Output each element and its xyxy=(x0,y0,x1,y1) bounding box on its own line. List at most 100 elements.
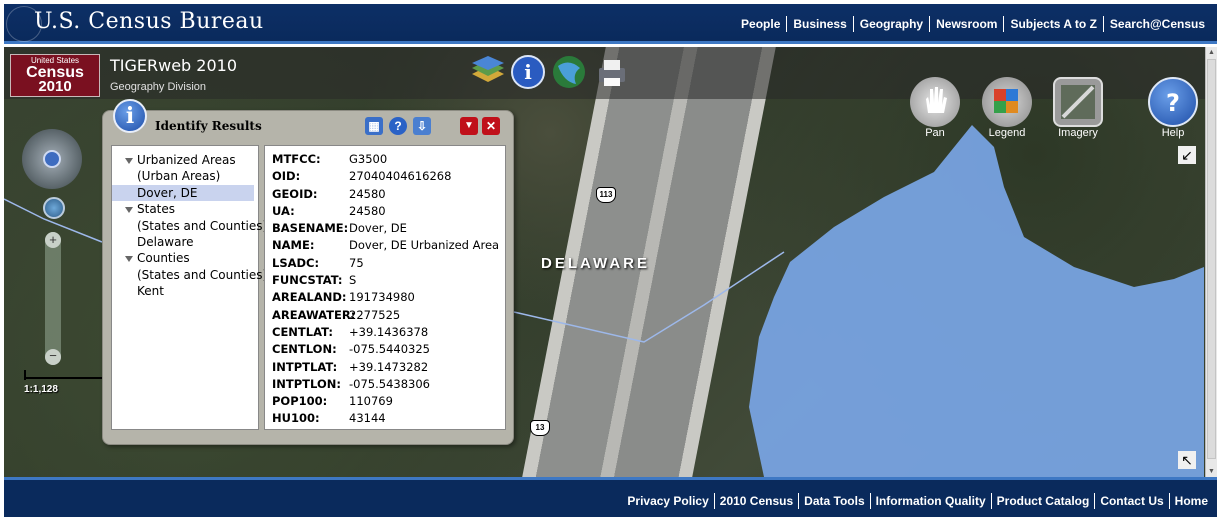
attribute-key: CENTLAT: xyxy=(272,324,333,339)
close-icon[interactable]: ✕ xyxy=(482,117,500,135)
attribute-row: NAME: Dover, DE Urbanized Area xyxy=(265,237,505,254)
pan-label: Pan xyxy=(925,127,945,139)
attribute-key: POP100: xyxy=(272,394,328,409)
legend-button[interactable]: Legend xyxy=(974,77,1040,139)
pan-button[interactable]: Pan xyxy=(902,77,968,139)
attribute-value: 75 xyxy=(349,255,364,270)
tree-group-counties[interactable]: Counties xyxy=(112,250,258,266)
attribute-row: LSADC: 75 xyxy=(265,255,505,272)
nav-business[interactable]: Business xyxy=(787,17,852,31)
export-icon[interactable]: ⇩ xyxy=(413,117,431,135)
zoom-in-icon[interactable]: + xyxy=(45,232,61,248)
census-2010-logo[interactable]: United States Census 2010 xyxy=(10,54,100,97)
tree-item: (States and Counties) xyxy=(137,218,268,233)
expand-arrow-icon[interactable]: ↖ xyxy=(1178,451,1196,469)
nav-geography[interactable]: Geography xyxy=(854,17,929,31)
tree-item[interactable]: Kent xyxy=(112,283,258,299)
minimize-icon[interactable]: ▼ xyxy=(460,117,478,135)
help-label: Help xyxy=(1161,127,1185,139)
footer-information-quality[interactable]: Information Quality xyxy=(871,494,991,508)
attribute-value: Dover, DE xyxy=(349,221,407,236)
legend-icon xyxy=(982,77,1032,127)
zoom-slider[interactable]: + − xyxy=(45,232,61,365)
attribute-table: MTFCC: G3500 OID: 27040404616268 GEOID: 245… xyxy=(264,145,506,430)
pan-navigation-control[interactable] xyxy=(22,129,82,189)
tree-item[interactable]: Delaware xyxy=(112,234,258,250)
globe-center-icon[interactable] xyxy=(43,150,61,168)
footer-product-catalog[interactable]: Product Catalog xyxy=(992,494,1095,508)
panel-title: Identify Results xyxy=(155,119,262,133)
attribute-row: HU100: 43144 xyxy=(265,410,505,427)
globe-icon[interactable] xyxy=(550,54,588,90)
scroll-up-icon[interactable]: ▲ xyxy=(1208,49,1215,56)
attribute-key: FUNCSTAT: xyxy=(272,273,343,288)
logo-line-3: 2010 xyxy=(38,78,72,95)
footer-privacy-policy[interactable]: Privacy Policy xyxy=(622,494,713,508)
attribute-row: FUNCSTAT: S xyxy=(265,272,505,289)
app-subtitle: Geography Division xyxy=(110,81,206,93)
svg-text:?: ? xyxy=(1166,89,1180,117)
tree-group-urbanized-areas[interactable]: Urbanized Areas xyxy=(112,152,258,168)
attribute-key: LSADC: xyxy=(272,255,320,270)
zoom-out-icon[interactable]: − xyxy=(45,349,61,365)
footer-contact-us[interactable]: Contact Us xyxy=(1095,494,1168,508)
attribute-row: BASENAME:Dover, DE xyxy=(265,220,505,237)
vertical-scrollbar[interactable]: ▲ ▼ xyxy=(1205,47,1217,477)
full-extent-globe-icon[interactable] xyxy=(43,197,65,219)
nav-search-census[interactable]: Search@Census xyxy=(1104,17,1211,31)
site-title[interactable]: U.S. Census Bureau xyxy=(34,9,264,34)
top-nav: People Business Geography Newsroom Subje… xyxy=(735,16,1211,32)
scroll-down-icon[interactable]: ▼ xyxy=(1208,468,1215,475)
attribute-value: 24580 xyxy=(349,203,386,218)
attribute-key: MTFCC: xyxy=(272,152,321,166)
svg-text:i: i xyxy=(524,60,532,84)
route-shield: 113 xyxy=(596,187,616,203)
attribute-value: 2277525 xyxy=(349,307,401,322)
nav-people[interactable]: People xyxy=(735,17,786,31)
route-shield: 13 xyxy=(530,420,550,436)
nav-subjects-a-to-z[interactable]: Subjects A to Z xyxy=(1004,17,1102,31)
attribute-value: +39.1436378 xyxy=(349,324,429,339)
attribute-value: Dover, DE Urbanized Area xyxy=(349,238,500,253)
attribute-row: POP100: 110769 xyxy=(265,393,505,410)
expand-triangle-icon[interactable] xyxy=(125,157,133,164)
map-view[interactable]: United States Census 2010 TIGERweb 2010 … xyxy=(4,47,1217,477)
attribute-row: OID: 27040404616268 xyxy=(265,168,505,185)
identify-icon[interactable]: i xyxy=(509,54,547,90)
attribute-key: NAME: xyxy=(272,238,315,253)
legend-label: Legend xyxy=(988,127,1026,139)
collapse-arrow-icon[interactable]: ↙ xyxy=(1178,146,1196,164)
attribute-key: OID: xyxy=(272,169,301,184)
tree-group-states[interactable]: States xyxy=(112,201,258,217)
footer-data-tools[interactable]: Data Tools xyxy=(799,494,869,508)
attribute-row: AREAWATER:2277525 xyxy=(265,307,505,324)
tree-item-selected[interactable]: Dover, DE xyxy=(112,184,254,202)
tree-item: (Urban Areas) xyxy=(137,169,221,184)
attribute-row: CENTLON: -075.5440325 xyxy=(265,341,505,358)
attribute-value: 27040404616268 xyxy=(349,169,452,184)
help-icon: ? xyxy=(1148,77,1198,127)
feature-tree[interactable]: Urbanized Areas (Urban Areas) Dover, DE … xyxy=(111,145,268,430)
attribute-key: INTPTLON: xyxy=(272,376,341,391)
attribute-key: INTPTLAT: xyxy=(272,359,338,374)
attribute-key: CENTLON: xyxy=(272,342,337,357)
help-button[interactable]: ? Help xyxy=(1140,77,1206,139)
footer-home[interactable]: Home xyxy=(1170,494,1213,508)
expand-triangle-icon[interactable] xyxy=(125,255,133,262)
imagery-button[interactable]: Imagery xyxy=(1045,77,1111,139)
attribute-key: UA: xyxy=(272,203,295,218)
tree-label: Counties xyxy=(137,251,190,266)
nav-newsroom[interactable]: Newsroom xyxy=(930,17,1003,31)
attribute-row: UA: 24580 xyxy=(265,203,505,220)
layers-icon[interactable] xyxy=(468,54,506,90)
identify-results-panel[interactable]: i Identify Results ▦ ? ⇩ ▼ ✕ Urbanized A… xyxy=(102,99,514,445)
attribute-row: AREALAND: 191734980 xyxy=(265,289,505,306)
printer-icon[interactable] xyxy=(593,54,631,90)
scroll-thumb[interactable] xyxy=(1207,59,1216,459)
expand-triangle-icon[interactable] xyxy=(125,206,133,213)
table-view-icon[interactable]: ▦ xyxy=(365,117,383,135)
help-icon[interactable]: ? xyxy=(389,117,407,135)
attribute-value: 110769 xyxy=(349,394,393,409)
attribute-value: -075.5440325 xyxy=(349,342,430,357)
footer-2010-census[interactable]: 2010 Census xyxy=(715,494,798,508)
